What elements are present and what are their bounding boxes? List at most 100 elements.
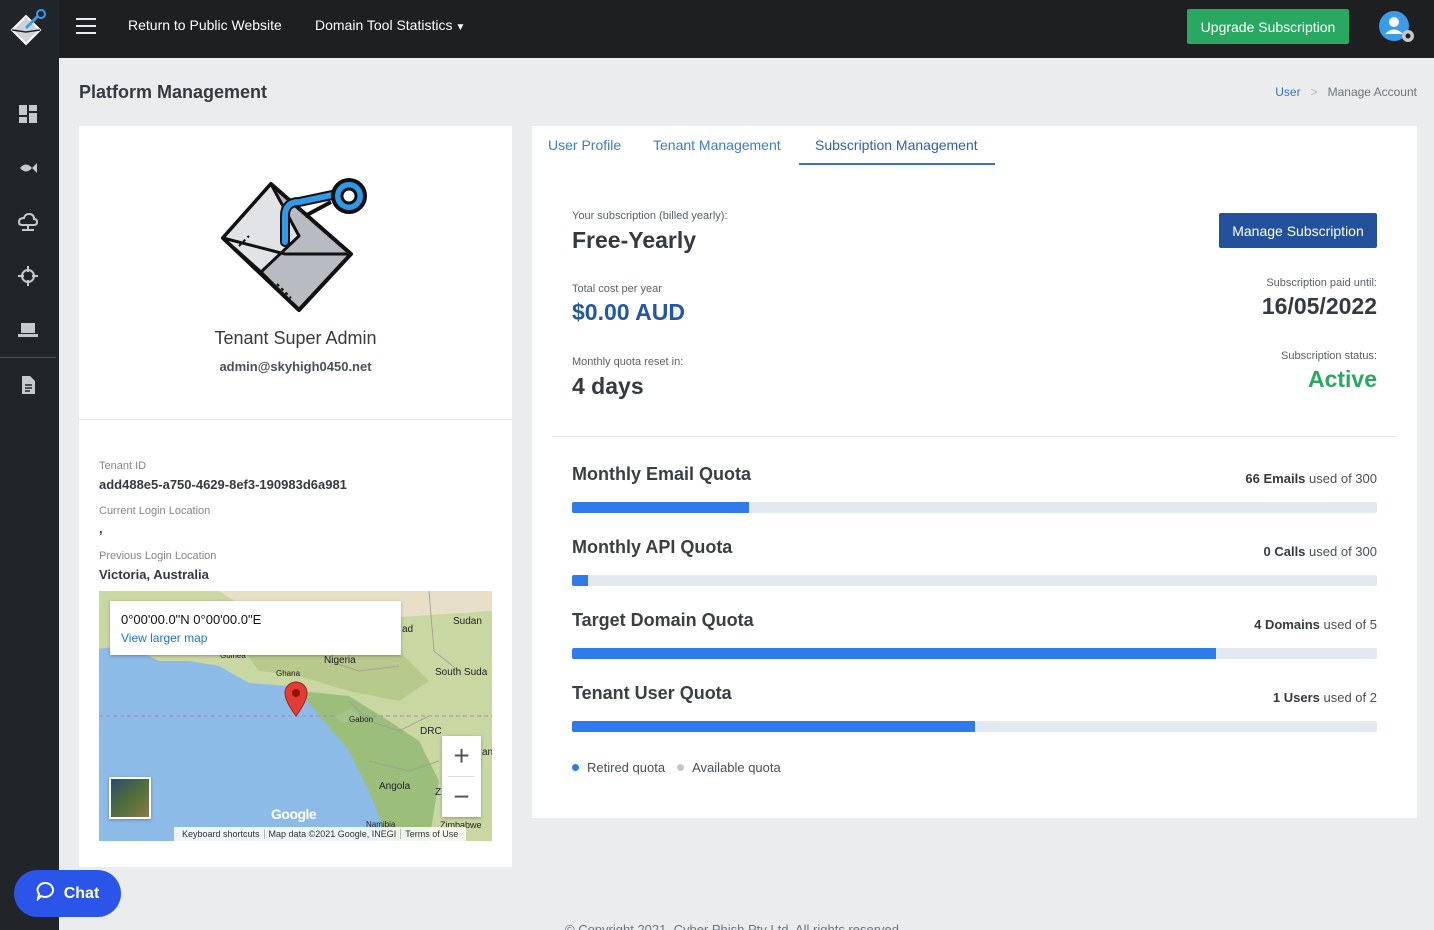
subscription-card: User Profile Tenant Management Subscript… [532, 126, 1417, 818]
dashboard-icon[interactable] [0, 94, 56, 134]
quota-progress-track [572, 648, 1377, 659]
fish-icon[interactable] [0, 148, 56, 188]
copyright-footer: © Copyright 2021. Cyber Phish Pty Ltd. A… [565, 922, 903, 930]
phishing-envelope-logo-icon [219, 176, 371, 316]
section-divider [552, 436, 1397, 437]
terms-of-use-link[interactable]: Terms of Use [401, 829, 462, 839]
quota-of-total: used of 300 [1309, 544, 1377, 559]
domain-tool-statistics-menu[interactable]: Domain Tool Statistics ▼ [315, 17, 465, 33]
login-location-map[interactable]: Sudan ad Guinea Nigeria Ghana South Suda… [99, 591, 492, 841]
tab-subscription-management[interactable]: Subscription Management [815, 137, 978, 153]
retired-dot-icon [572, 764, 579, 771]
quota-title: Target Domain Quota [572, 610, 754, 630]
reset-label: Monthly quota reset in: [572, 356, 684, 368]
map-zoom-controls: + − [442, 736, 481, 817]
view-larger-map-link[interactable]: View larger map [121, 631, 390, 645]
tenant-id-value: add488e5-a750-4629-8ef3-190983d6a981 [99, 477, 347, 492]
map-label-drc: DRC [420, 726, 442, 737]
quota-of-total: used of 5 [1323, 617, 1378, 632]
card-divider [79, 419, 512, 420]
map-info-window: 0°00'00.0"N 0°00'00.0"E View larger map [110, 601, 401, 655]
legend-available: Available quota [677, 760, 781, 775]
sidebar [0, 0, 59, 930]
quota-usage: 1 Users used of 2 [1273, 690, 1377, 705]
available-dot-icon [677, 764, 685, 771]
tenant-id-label: Tenant ID [99, 460, 147, 472]
quota-used-count: 4 Domains [1254, 617, 1320, 632]
chat-button[interactable]: Chat [14, 870, 121, 917]
quota-of-total: used of 2 [1323, 690, 1378, 705]
upgrade-subscription-button[interactable]: Upgrade Subscription [1187, 9, 1349, 44]
quota-usage: 66 Emails used of 300 [1245, 471, 1377, 486]
quota-used-count: 66 Emails [1245, 471, 1306, 486]
sidebar-divider [0, 357, 56, 358]
map-footer: Keyboard shortcuts Map data ©2021 Google… [174, 827, 467, 841]
cost-label: Total cost per year [572, 283, 662, 295]
quota-title: Monthly API Quota [572, 537, 733, 557]
plan-value: Free-Yearly [572, 227, 697, 253]
crosshair-icon[interactable] [0, 256, 56, 296]
quota-progress-fill [572, 648, 1216, 659]
chevron-right-icon: > [1310, 85, 1318, 99]
quota-used-count: 1 Users [1272, 690, 1320, 705]
legend-retired-label: Retired quota [587, 760, 666, 775]
satellite-view-toggle[interactable] [109, 777, 151, 819]
quota-title: Monthly Email Quota [572, 464, 752, 484]
quota-usage: 0 Calls used of 300 [1264, 544, 1378, 559]
chat-label: Chat [63, 884, 100, 902]
current-login-location-value: , [99, 521, 103, 536]
app-logo-icon[interactable] [8, 8, 50, 50]
laptop-icon[interactable] [0, 310, 56, 350]
manage-subscription-button[interactable]: Manage Subscription [1219, 213, 1377, 248]
domain-tool-statistics-label: Domain Tool Statistics [315, 17, 453, 33]
status-value: Active [1307, 366, 1377, 392]
profile-card: Tenant Super Admin admin@skyhigh0450.net… [79, 126, 512, 867]
quota-usage: 4 Domains used of 5 [1254, 617, 1377, 632]
breadcrumb-user-link[interactable]: User [1275, 85, 1300, 99]
quota-progress-fill [572, 502, 750, 513]
zoom-in-button[interactable]: + [442, 736, 481, 776]
google-logo: Google [271, 806, 317, 822]
breadcrumb: User > Manage Account [1275, 85, 1417, 99]
breadcrumb-current: Manage Account [1327, 85, 1417, 99]
keyboard-shortcuts-link[interactable]: Keyboard shortcuts [178, 829, 265, 839]
legend-available-label: Available quota [692, 760, 781, 775]
quota-of-total: used of 300 [1309, 471, 1377, 486]
status-label: Subscription status: [1281, 350, 1377, 362]
hamburger-menu-icon[interactable] [76, 18, 96, 34]
zoom-out-button[interactable]: − [442, 777, 481, 817]
cloud-network-icon[interactable] [0, 202, 56, 242]
reset-value: 4 days [572, 373, 644, 399]
document-icon[interactable] [0, 365, 56, 405]
legend-retired: Retired quota [572, 760, 665, 775]
map-label-angola: Angola [379, 781, 411, 792]
map-label-sudan: Sudan [453, 616, 482, 627]
chevron-down-icon: ▼ [455, 22, 466, 33]
quota-title: Tenant User Quota [572, 683, 732, 703]
active-tab-indicator [799, 163, 995, 165]
user-avatar-icon[interactable] [1377, 10, 1415, 46]
top-navbar: Return to Public Website Domain Tool Sta… [59, 0, 1434, 58]
tab-tenant-management[interactable]: Tenant Management [653, 137, 781, 153]
chat-bubble-icon [36, 881, 56, 906]
map-label-south-sudan: South Suda [435, 667, 488, 678]
profile-name: Tenant Super Admin [214, 328, 377, 348]
current-login-location-label: Current Login Location [99, 505, 211, 517]
map-label-an: an [482, 747, 492, 758]
quota-progress-fill [572, 575, 589, 586]
plan-label: Your subscription (billed yearly): [572, 210, 728, 222]
previous-login-location-value: Victoria, Australia [99, 567, 209, 582]
map-label-nigeria: Nigeria [324, 655, 356, 666]
map-label-z: Z [435, 787, 442, 798]
page-title: Platform Management [79, 82, 268, 102]
previous-login-location-label: Previous Login Location [99, 550, 217, 562]
map-pin-icon[interactable] [283, 681, 309, 717]
map-data-attribution: Map data ©2021 Google, INEGI [265, 829, 402, 839]
return-to-public-website-link[interactable]: Return to Public Website [128, 17, 282, 33]
tab-user-profile[interactable]: User Profile [548, 137, 621, 153]
quota-progress-track [572, 502, 1377, 513]
quota-progress-fill [572, 721, 975, 732]
cost-value: $0.00 AUD [572, 299, 685, 325]
map-label-gabon: Gabon [349, 715, 374, 724]
map-label-ad: ad [402, 624, 414, 635]
